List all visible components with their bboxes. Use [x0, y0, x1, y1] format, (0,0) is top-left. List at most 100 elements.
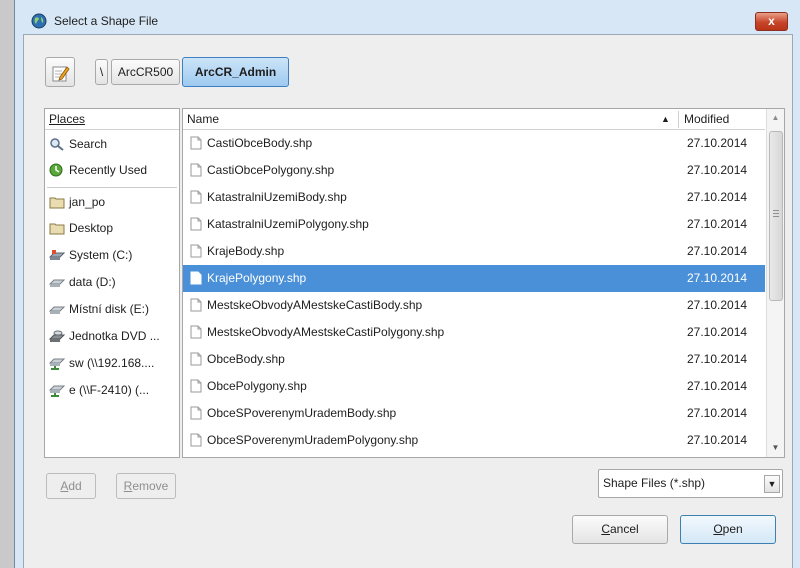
file-icon — [190, 271, 202, 285]
file-modified: 27.10.2014 — [687, 379, 748, 393]
file-icon — [190, 190, 202, 204]
file-name: ObcePolygony.shp — [207, 379, 307, 393]
edit-location-button[interactable] — [45, 57, 75, 87]
scroll-up-icon[interactable]: ▲ — [767, 109, 784, 127]
file-row[interactable]: ObceSPoverenymUrademPolygony.shp 27.10.20… — [183, 427, 765, 454]
file-icon — [190, 136, 202, 150]
file-icon — [190, 352, 202, 366]
file-name: KatastralniUzemiPolygony.shp — [207, 217, 369, 231]
dialog-content: \ ArcCR500 ArcCR_Admin Places Search Rec… — [23, 34, 793, 568]
dialog-window: Select a Shape File x \ ArcCR500 ArcCR_A… — [14, 0, 800, 568]
file-modified: 27.10.2014 — [687, 298, 748, 312]
file-modified: 27.10.2014 — [687, 406, 748, 420]
path-segment-button[interactable]: ArcCR500 — [111, 59, 180, 85]
cancel-button[interactable]: Cancel — [572, 515, 668, 544]
place-item-network-e[interactable]: e (\\F-2410) (... — [45, 377, 179, 403]
path-root-button[interactable]: \ — [95, 59, 108, 85]
file-row[interactable]: MestskeObvodyAMestskeCastiPolygony.shp 27… — [183, 319, 765, 346]
file-modified: 27.10.2014 — [687, 163, 748, 177]
dvd-drive-icon — [49, 330, 65, 342]
scrollbar-grip — [773, 213, 779, 214]
places-panel: Places Search Recently Used jan_po Deskt… — [44, 108, 180, 458]
folder-icon — [49, 197, 65, 209]
file-icon — [190, 406, 202, 420]
file-modified: 27.10.2014 — [687, 244, 748, 258]
scrollbar-grip — [773, 216, 779, 217]
place-item-data-d[interactable]: data (D:) — [45, 269, 179, 295]
file-row[interactable]: ObcePolygony.shp 27.10.2014 — [183, 373, 765, 400]
file-row[interactable]: KatastralniUzemiPolygony.shp 27.10.2014 — [183, 211, 765, 238]
title-bar[interactable]: Select a Shape File x — [15, 0, 800, 34]
system-drive-icon — [49, 249, 65, 260]
file-row[interactable]: MestskeObvodyAMestskeCastiBody.shp 27.10.… — [183, 292, 765, 319]
file-row[interactable]: ObceBody.shp 27.10.2014 — [183, 346, 765, 373]
add-place-button[interactable]: Add — [46, 473, 96, 499]
place-item-jan-po[interactable]: jan_po — [45, 189, 179, 215]
remove-place-button[interactable]: Remove — [116, 473, 176, 499]
place-item-recently-used[interactable]: Recently Used — [45, 157, 179, 183]
file-modified: 27.10.2014 — [687, 325, 748, 339]
folder-icon — [49, 223, 65, 235]
file-row[interactable]: KatastralniUzemiBody.shp 27.10.2014 — [183, 184, 765, 211]
close-button[interactable]: x — [755, 12, 788, 31]
column-header-name[interactable]: Name — [187, 109, 219, 130]
file-modified: 27.10.2014 — [687, 271, 748, 285]
places-divider — [47, 187, 177, 188]
path-segment-active-button[interactable]: ArcCR_Admin — [182, 57, 289, 87]
column-header-modified[interactable]: Modified — [684, 109, 729, 130]
file-icon — [190, 298, 202, 312]
file-list-header: Name ▲ Modified — [183, 109, 765, 130]
place-item-network-sw[interactable]: sw (\\192.168.... — [45, 350, 179, 376]
file-icon — [190, 325, 202, 339]
file-icon — [190, 433, 202, 447]
globe-app-icon — [31, 13, 47, 29]
file-name: CastiObcePolygony.shp — [207, 163, 335, 177]
drive-icon — [49, 279, 65, 287]
places-header[interactable]: Places — [45, 109, 179, 130]
column-divider[interactable] — [678, 111, 679, 128]
file-modified: 27.10.2014 — [687, 433, 748, 447]
scrollbar-grip — [773, 210, 779, 211]
file-list: Name ▲ Modified CastiObceBody.shp 27.10.2… — [182, 108, 785, 458]
scroll-down-icon[interactable]: ▼ — [767, 439, 784, 457]
file-name: KrajeBody.shp — [207, 244, 285, 258]
open-button[interactable]: Open — [680, 515, 776, 544]
file-icon — [190, 244, 202, 258]
dropdown-arrow-icon[interactable]: ▼ — [764, 475, 780, 493]
place-item-desktop[interactable]: Desktop — [45, 215, 179, 241]
file-modified: 27.10.2014 — [687, 352, 748, 366]
scrollbar-thumb[interactable] — [769, 131, 783, 301]
file-name: KatastralniUzemiBody.shp — [207, 190, 347, 204]
window-title: Select a Shape File — [54, 14, 159, 28]
place-item-system-c[interactable]: System (C:) — [45, 242, 179, 268]
pencil-edit-icon — [52, 66, 70, 82]
drive-icon — [49, 306, 65, 314]
file-name: ObceSPoverenymUrademBody.shp — [207, 406, 397, 420]
file-name: KrajePolygony.shp — [207, 271, 307, 285]
file-row[interactable]: ObceSPoverenymUrademBody.shp 27.10.2014 — [183, 400, 765, 427]
file-name: MestskeObvodyAMestskeCastiPolygony.shp — [207, 325, 445, 339]
file-row[interactable]: KrajeBody.shp 27.10.2014 — [183, 238, 765, 265]
file-row[interactable]: CastiObcePolygony.shp 27.10.2014 — [183, 157, 765, 184]
file-row[interactable]: CastiObceBody.shp 27.10.2014 — [183, 130, 765, 157]
place-item-dvd-drive[interactable]: Jednotka DVD ... — [45, 323, 179, 349]
file-row[interactable]: KrajePolygony.shp 27.10.2014 — [183, 265, 765, 292]
file-name: ObceSPoverenymUrademPolygony.shp — [207, 433, 419, 447]
place-item-search[interactable]: Search — [45, 131, 179, 157]
file-name: MestskeObvodyAMestskeCastiBody.shp — [207, 298, 423, 312]
file-name: ObceBody.shp — [207, 352, 285, 366]
file-icon — [190, 217, 202, 231]
file-type-filter-value: Shape Files (*.shp) — [603, 476, 706, 490]
network-drive-icon — [49, 385, 65, 397]
place-item-local-disk-e[interactable]: Místní disk (E:) — [45, 296, 179, 322]
file-modified: 27.10.2014 — [687, 136, 748, 150]
recent-icon — [49, 163, 63, 177]
file-name: CastiObceBody.shp — [207, 136, 313, 150]
file-modified: 27.10.2014 — [687, 190, 748, 204]
file-modified: 27.10.2014 — [687, 217, 748, 231]
network-drive-icon — [49, 358, 65, 370]
file-icon — [190, 163, 202, 177]
vertical-scrollbar[interactable]: ▲ ▼ — [766, 109, 784, 457]
file-type-filter[interactable]: Shape Files (*.shp) ▼ — [598, 469, 783, 498]
search-icon — [50, 138, 64, 151]
